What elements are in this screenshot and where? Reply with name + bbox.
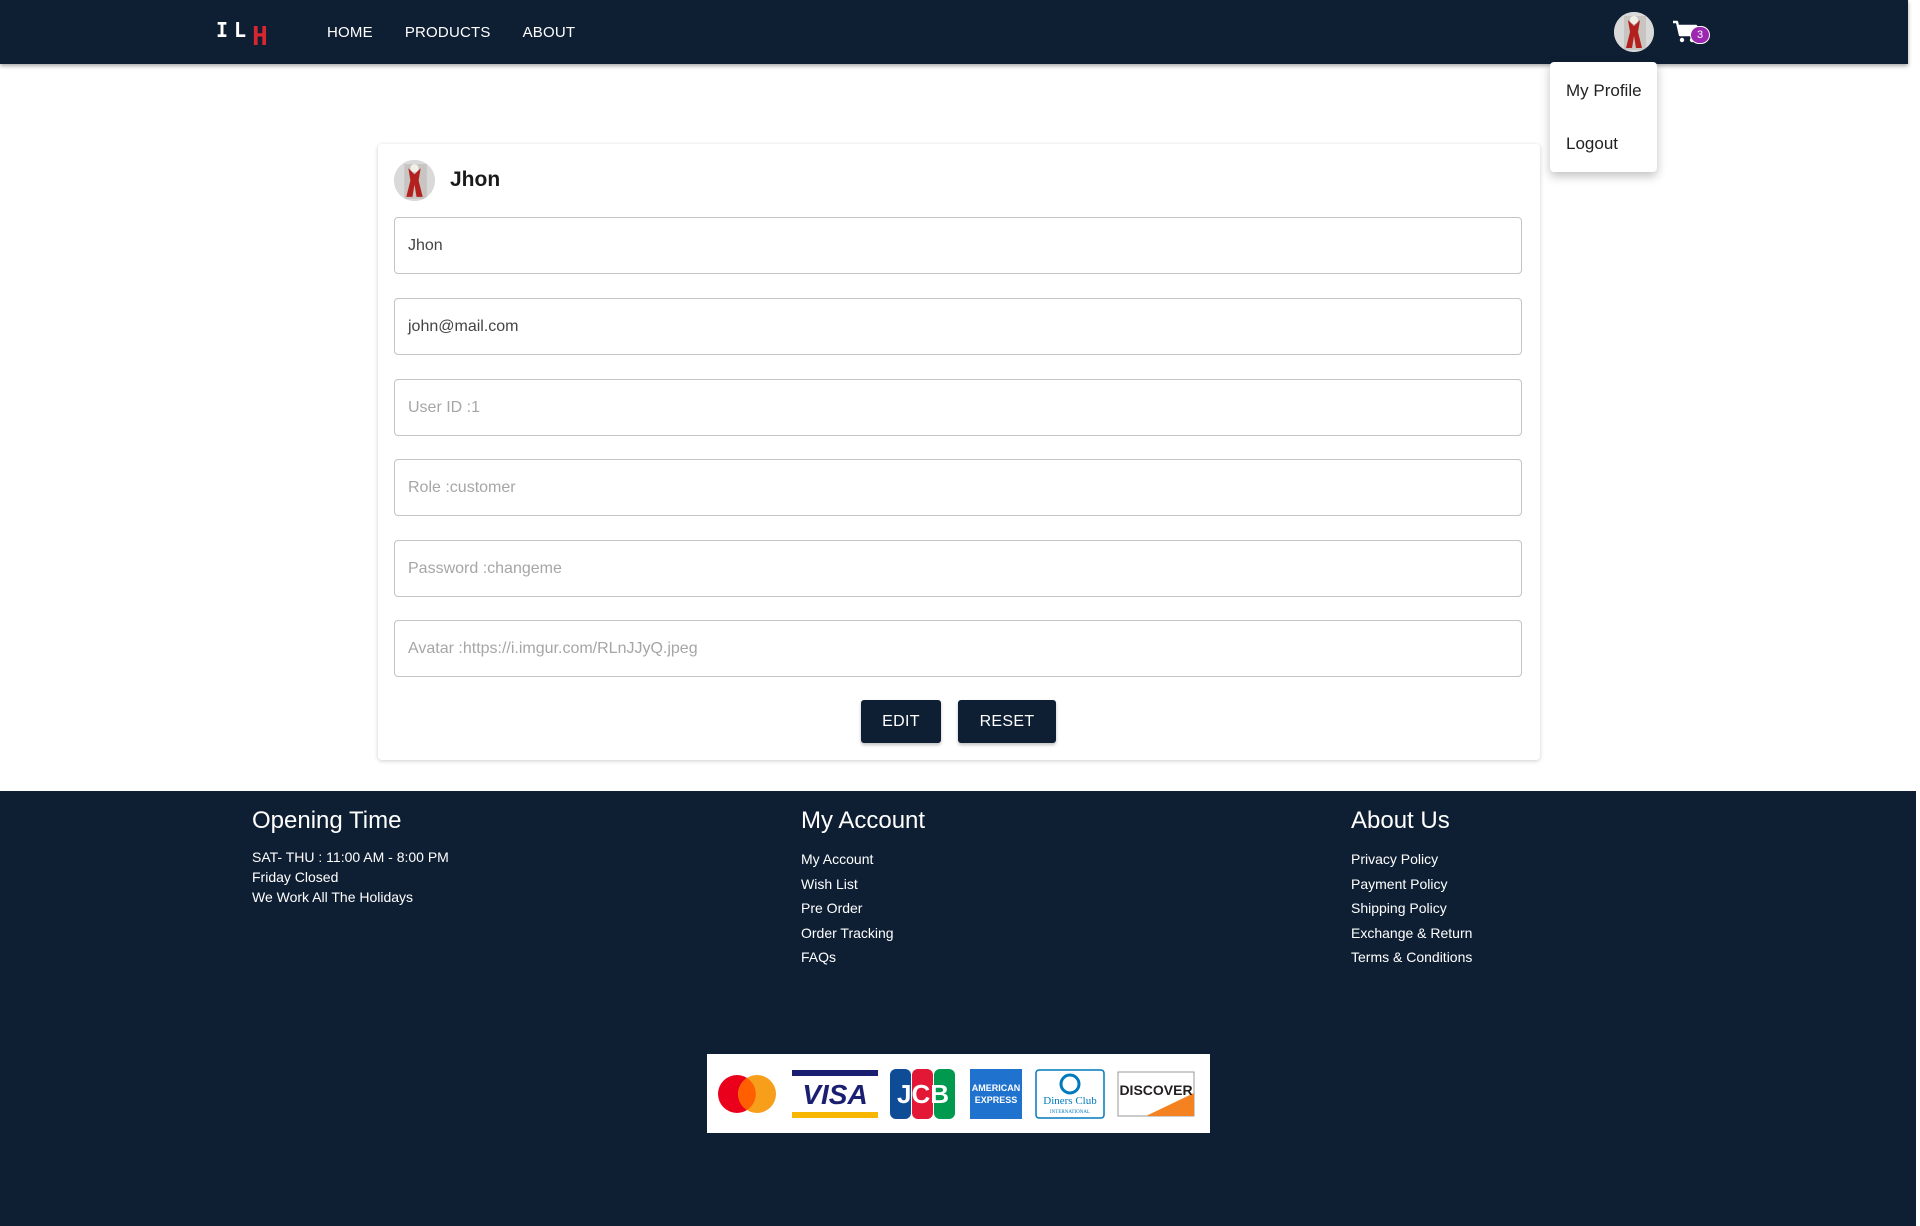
profile-avatar	[394, 159, 435, 201]
avatar-url-field[interactable]: Avatar :https://i.imgur.com/RLnJJyQ.jpeg	[394, 620, 1522, 677]
svg-text:EXPRESS: EXPRESS	[975, 1095, 1018, 1105]
footer-link-shipping-policy[interactable]: Shipping Policy	[1351, 896, 1472, 921]
email-field[interactable]: john@mail.com	[394, 298, 1522, 355]
svg-text:AMERICAN: AMERICAN	[972, 1083, 1021, 1093]
menu-item-logout[interactable]: Logout	[1550, 116, 1657, 172]
password-field[interactable]: Password :changeme	[394, 540, 1522, 597]
nav-home-link[interactable]: HOME	[327, 24, 389, 41]
discover-logo-icon: DISCOVER	[1117, 1071, 1195, 1116]
mastercard-logo-icon	[718, 1074, 776, 1113]
footer-link-wish-list[interactable]: Wish List	[801, 872, 925, 897]
visa-logo-icon: VISA	[792, 1069, 878, 1118]
footer-link-terms[interactable]: Terms & Conditions	[1351, 945, 1472, 970]
role-field[interactable]: Role :customer	[394, 459, 1522, 516]
avatar-image	[1614, 12, 1654, 52]
diners-club-logo-icon: Diners Club INTERNATIONAL	[1035, 1068, 1105, 1119]
footer-link-exchange-return[interactable]: Exchange & Return	[1351, 921, 1472, 946]
nav-products-link[interactable]: PRODUCTS	[389, 24, 507, 41]
logo-text: IL	[216, 18, 253, 42]
logo-accent-letter: H	[252, 22, 274, 52]
footer-opening-time: Opening Time SAT- THU : 11:00 AM - 8:00 …	[252, 807, 449, 907]
svg-text:INTERNATIONAL: INTERNATIONAL	[1050, 1110, 1090, 1115]
profile-name: Jhon	[450, 168, 501, 191]
payment-methods-strip: VISA JCB AMERICAN EXPRESS Diners Club IN…	[707, 1054, 1210, 1133]
profile-avatar-image	[394, 159, 435, 201]
site-logo[interactable]: ILH	[216, 14, 274, 52]
footer-link-faqs[interactable]: FAQs	[801, 945, 925, 970]
menu-item-my-profile[interactable]: My Profile	[1550, 66, 1657, 116]
page: ILH HOME PRODUCTS ABOUT 3 My Profile Log…	[0, 0, 1920, 1226]
svg-text:VISA: VISA	[802, 1079, 867, 1110]
jcb-logo-icon: JCB	[890, 1068, 955, 1119]
footer-about-us: About Us Privacy Policy Payment Policy S…	[1351, 807, 1472, 970]
edit-button[interactable]: EDIT	[861, 700, 941, 743]
name-field[interactable]: Jhon	[394, 217, 1522, 274]
footer-link-my-account[interactable]: My Account	[801, 847, 925, 872]
main-nav: HOME PRODUCTS ABOUT	[327, 0, 591, 64]
site-footer: Opening Time SAT- THU : 11:00 AM - 8:00 …	[0, 791, 1916, 1226]
svg-text:JCB: JCB	[897, 1079, 949, 1109]
american-express-logo-icon: AMERICAN EXPRESS	[970, 1068, 1022, 1119]
footer-link-order-tracking[interactable]: Order Tracking	[801, 921, 925, 946]
nav-about-link[interactable]: ABOUT	[507, 24, 592, 41]
svg-text:DISCOVER: DISCOVER	[1119, 1082, 1192, 1098]
profile-card-header: Jhon	[394, 159, 501, 201]
cart-count-badge: 3	[1690, 26, 1710, 44]
user-id-field[interactable]: User ID :1	[394, 379, 1522, 436]
footer-about-title: About Us	[1351, 807, 1450, 834]
footer-my-account: My Account My Account Wish List Pre Orde…	[801, 807, 925, 970]
reset-button[interactable]: RESET	[958, 700, 1056, 743]
closed-day-text: Friday Closed	[252, 869, 339, 885]
footer-opening-title: Opening Time	[252, 807, 402, 834]
footer-link-pre-order[interactable]: Pre Order	[801, 896, 925, 921]
footer-account-title: My Account	[801, 807, 926, 834]
opening-hours-text: SAT- THU : 11:00 AM - 8:00 PM	[252, 849, 449, 865]
profile-card: Jhon Jhon john@mail.com User ID :1 Role …	[378, 144, 1540, 760]
user-avatar-button[interactable]	[1614, 12, 1654, 52]
user-dropdown-menu: My Profile Logout	[1550, 62, 1657, 172]
top-navbar: ILH HOME PRODUCTS ABOUT 3	[0, 0, 1908, 64]
svg-text:Diners Club: Diners Club	[1043, 1095, 1097, 1107]
holidays-text: We Work All The Holidays	[252, 889, 414, 905]
footer-link-payment-policy[interactable]: Payment Policy	[1351, 872, 1472, 897]
footer-link-privacy-policy[interactable]: Privacy Policy	[1351, 847, 1472, 872]
